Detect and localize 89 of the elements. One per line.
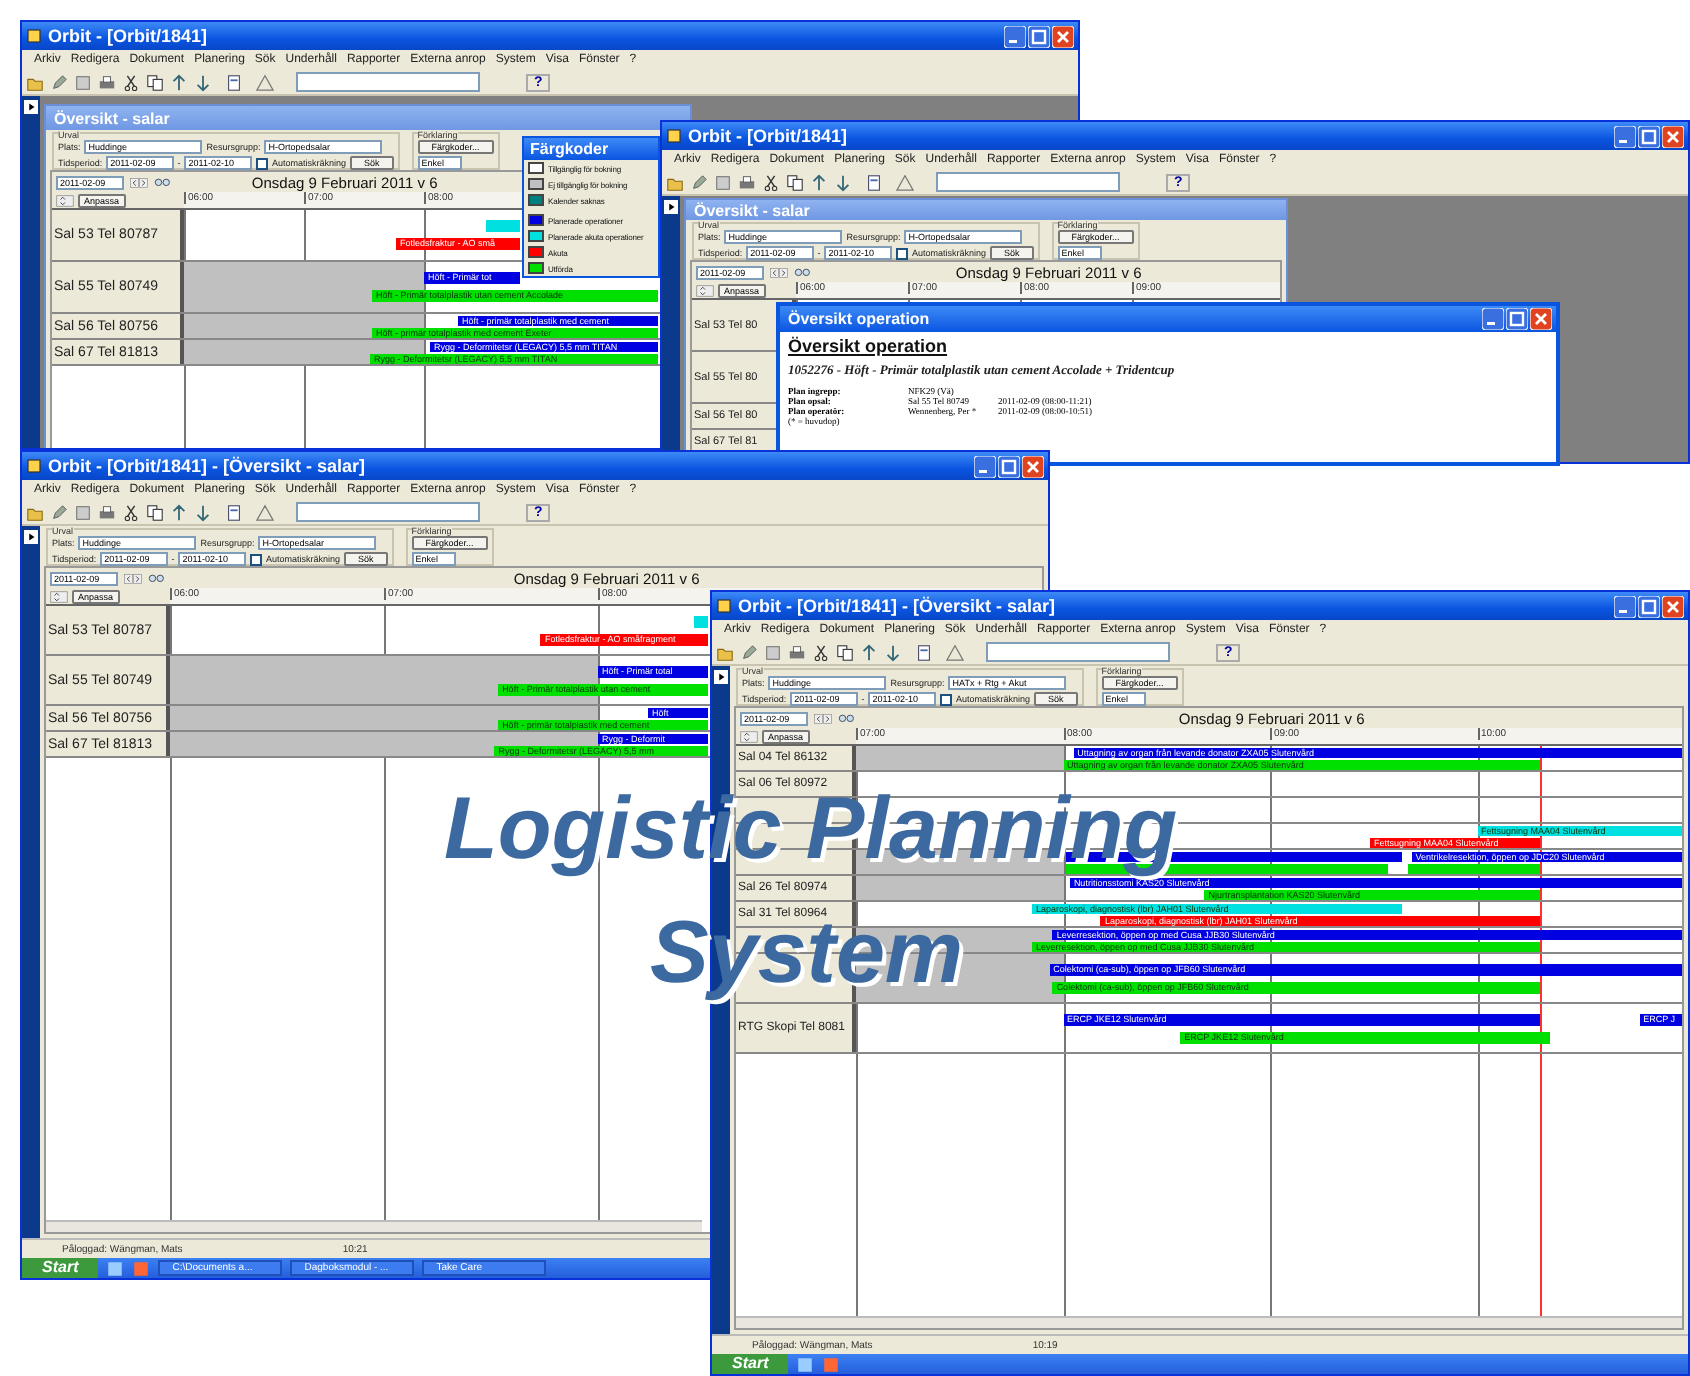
maximize-icon[interactable]: [1028, 25, 1050, 47]
save-icon[interactable]: [714, 173, 732, 191]
horizontal-scrollbar[interactable]: [736, 1316, 1682, 1328]
warning-icon[interactable]: [946, 643, 964, 661]
expand-arrow-icon[interactable]: [24, 100, 38, 114]
arrow-down-icon[interactable]: [834, 173, 852, 191]
expand-arrow-icon[interactable]: [714, 670, 728, 684]
nav-arrows-icon[interactable]: [123, 569, 142, 587]
expand-arrow-icon[interactable]: [664, 200, 678, 214]
maximize-icon[interactable]: [1638, 595, 1660, 617]
toolbar-combobox[interactable]: [296, 502, 480, 522]
horizontal-scrollbar[interactable]: [46, 1220, 702, 1232]
toolbar-combobox[interactable]: [296, 72, 480, 92]
pencil-icon[interactable]: [50, 503, 68, 521]
checkbox[interactable]: [255, 157, 268, 169]
expand-arrow-icon[interactable]: [24, 530, 38, 544]
app-icon: [716, 598, 732, 614]
window-title: Orbit - [Orbit/1841] - [Översikt - salar]: [738, 596, 1056, 616]
pencil-icon[interactable]: [740, 643, 758, 661]
toolbar-combobox[interactable]: [936, 172, 1120, 192]
maximize-icon[interactable]: [998, 455, 1020, 477]
checkbox[interactable]: [249, 553, 262, 565]
zoom-icon[interactable]: [147, 569, 166, 587]
copy-icon[interactable]: [146, 73, 164, 91]
start-button[interactable]: Start: [22, 1258, 99, 1278]
arrow-down-icon[interactable]: [884, 643, 902, 661]
save-icon[interactable]: [74, 503, 92, 521]
arrow-up-icon[interactable]: [170, 503, 188, 521]
window-title: Orbit - [Orbit/1841]: [48, 26, 208, 46]
cut-icon[interactable]: [122, 503, 140, 521]
minimize-icon[interactable]: [974, 455, 996, 477]
print-icon[interactable]: [98, 73, 116, 91]
print-icon[interactable]: [98, 503, 116, 521]
cut-icon[interactable]: [122, 73, 140, 91]
copy-icon[interactable]: [146, 503, 164, 521]
child-window-title: Översikt - salar: [694, 201, 810, 219]
minimize-icon[interactable]: [1614, 595, 1636, 617]
toolbar-combobox[interactable]: [986, 642, 1170, 662]
minimize-icon[interactable]: [1482, 308, 1504, 330]
app-icon: [26, 28, 42, 44]
print-icon[interactable]: [788, 643, 806, 661]
pencil-icon[interactable]: [50, 73, 68, 91]
spinner-icon[interactable]: [56, 191, 74, 209]
start-button[interactable]: Start: [712, 1354, 789, 1374]
warning-icon[interactable]: [256, 73, 274, 91]
print-icon[interactable]: [738, 173, 756, 191]
maximize-icon[interactable]: [1506, 308, 1528, 330]
zoom-icon[interactable]: [153, 173, 172, 191]
arrow-up-icon[interactable]: [810, 173, 828, 191]
folder-icon[interactable]: [716, 643, 734, 661]
app-icon: [666, 128, 682, 144]
close-icon[interactable]: [1052, 25, 1074, 47]
checkbox[interactable]: [895, 247, 908, 259]
legend-title: Färgkoder: [530, 140, 609, 158]
app-icon: [26, 458, 42, 474]
arrow-down-icon[interactable]: [194, 73, 212, 91]
folder-icon[interactable]: [26, 73, 44, 91]
spinner-icon[interactable]: [696, 281, 714, 299]
child-window-title: Översikt - salar: [54, 109, 170, 127]
nav-arrows-icon[interactable]: [129, 173, 148, 191]
checkbox[interactable]: [939, 693, 952, 705]
arrow-up-icon[interactable]: [860, 643, 878, 661]
close-icon[interactable]: [1662, 125, 1684, 147]
copy-icon[interactable]: [836, 643, 854, 661]
arrow-down-icon[interactable]: [194, 503, 212, 521]
arrow-up-icon[interactable]: [170, 73, 188, 91]
spinner-icon[interactable]: [50, 587, 68, 605]
copy-icon[interactable]: [786, 173, 804, 191]
window-title: Orbit - [Orbit/1841] - [Översikt - salar]: [48, 456, 366, 476]
warning-icon[interactable]: [256, 503, 274, 521]
zoom-icon[interactable]: [837, 709, 856, 727]
spinner-icon[interactable]: [740, 727, 758, 745]
close-icon[interactable]: [1530, 308, 1552, 330]
nav-arrows-icon[interactable]: [813, 709, 832, 727]
folder-icon[interactable]: [26, 503, 44, 521]
minimize-icon[interactable]: [1614, 125, 1636, 147]
maximize-icon[interactable]: [1638, 125, 1660, 147]
window-title: Orbit - [Orbit/1841]: [688, 126, 848, 146]
zoom-icon[interactable]: [793, 263, 812, 281]
nav-arrows-icon[interactable]: [769, 263, 788, 281]
cut-icon[interactable]: [762, 173, 780, 191]
pencil-icon[interactable]: [690, 173, 708, 191]
cut-icon[interactable]: [812, 643, 830, 661]
warning-icon[interactable]: [896, 173, 914, 191]
close-icon[interactable]: [1662, 595, 1684, 617]
close-icon[interactable]: [1022, 455, 1044, 477]
save-icon[interactable]: [74, 73, 92, 91]
minimize-icon[interactable]: [1004, 25, 1026, 47]
save-icon[interactable]: [764, 643, 782, 661]
